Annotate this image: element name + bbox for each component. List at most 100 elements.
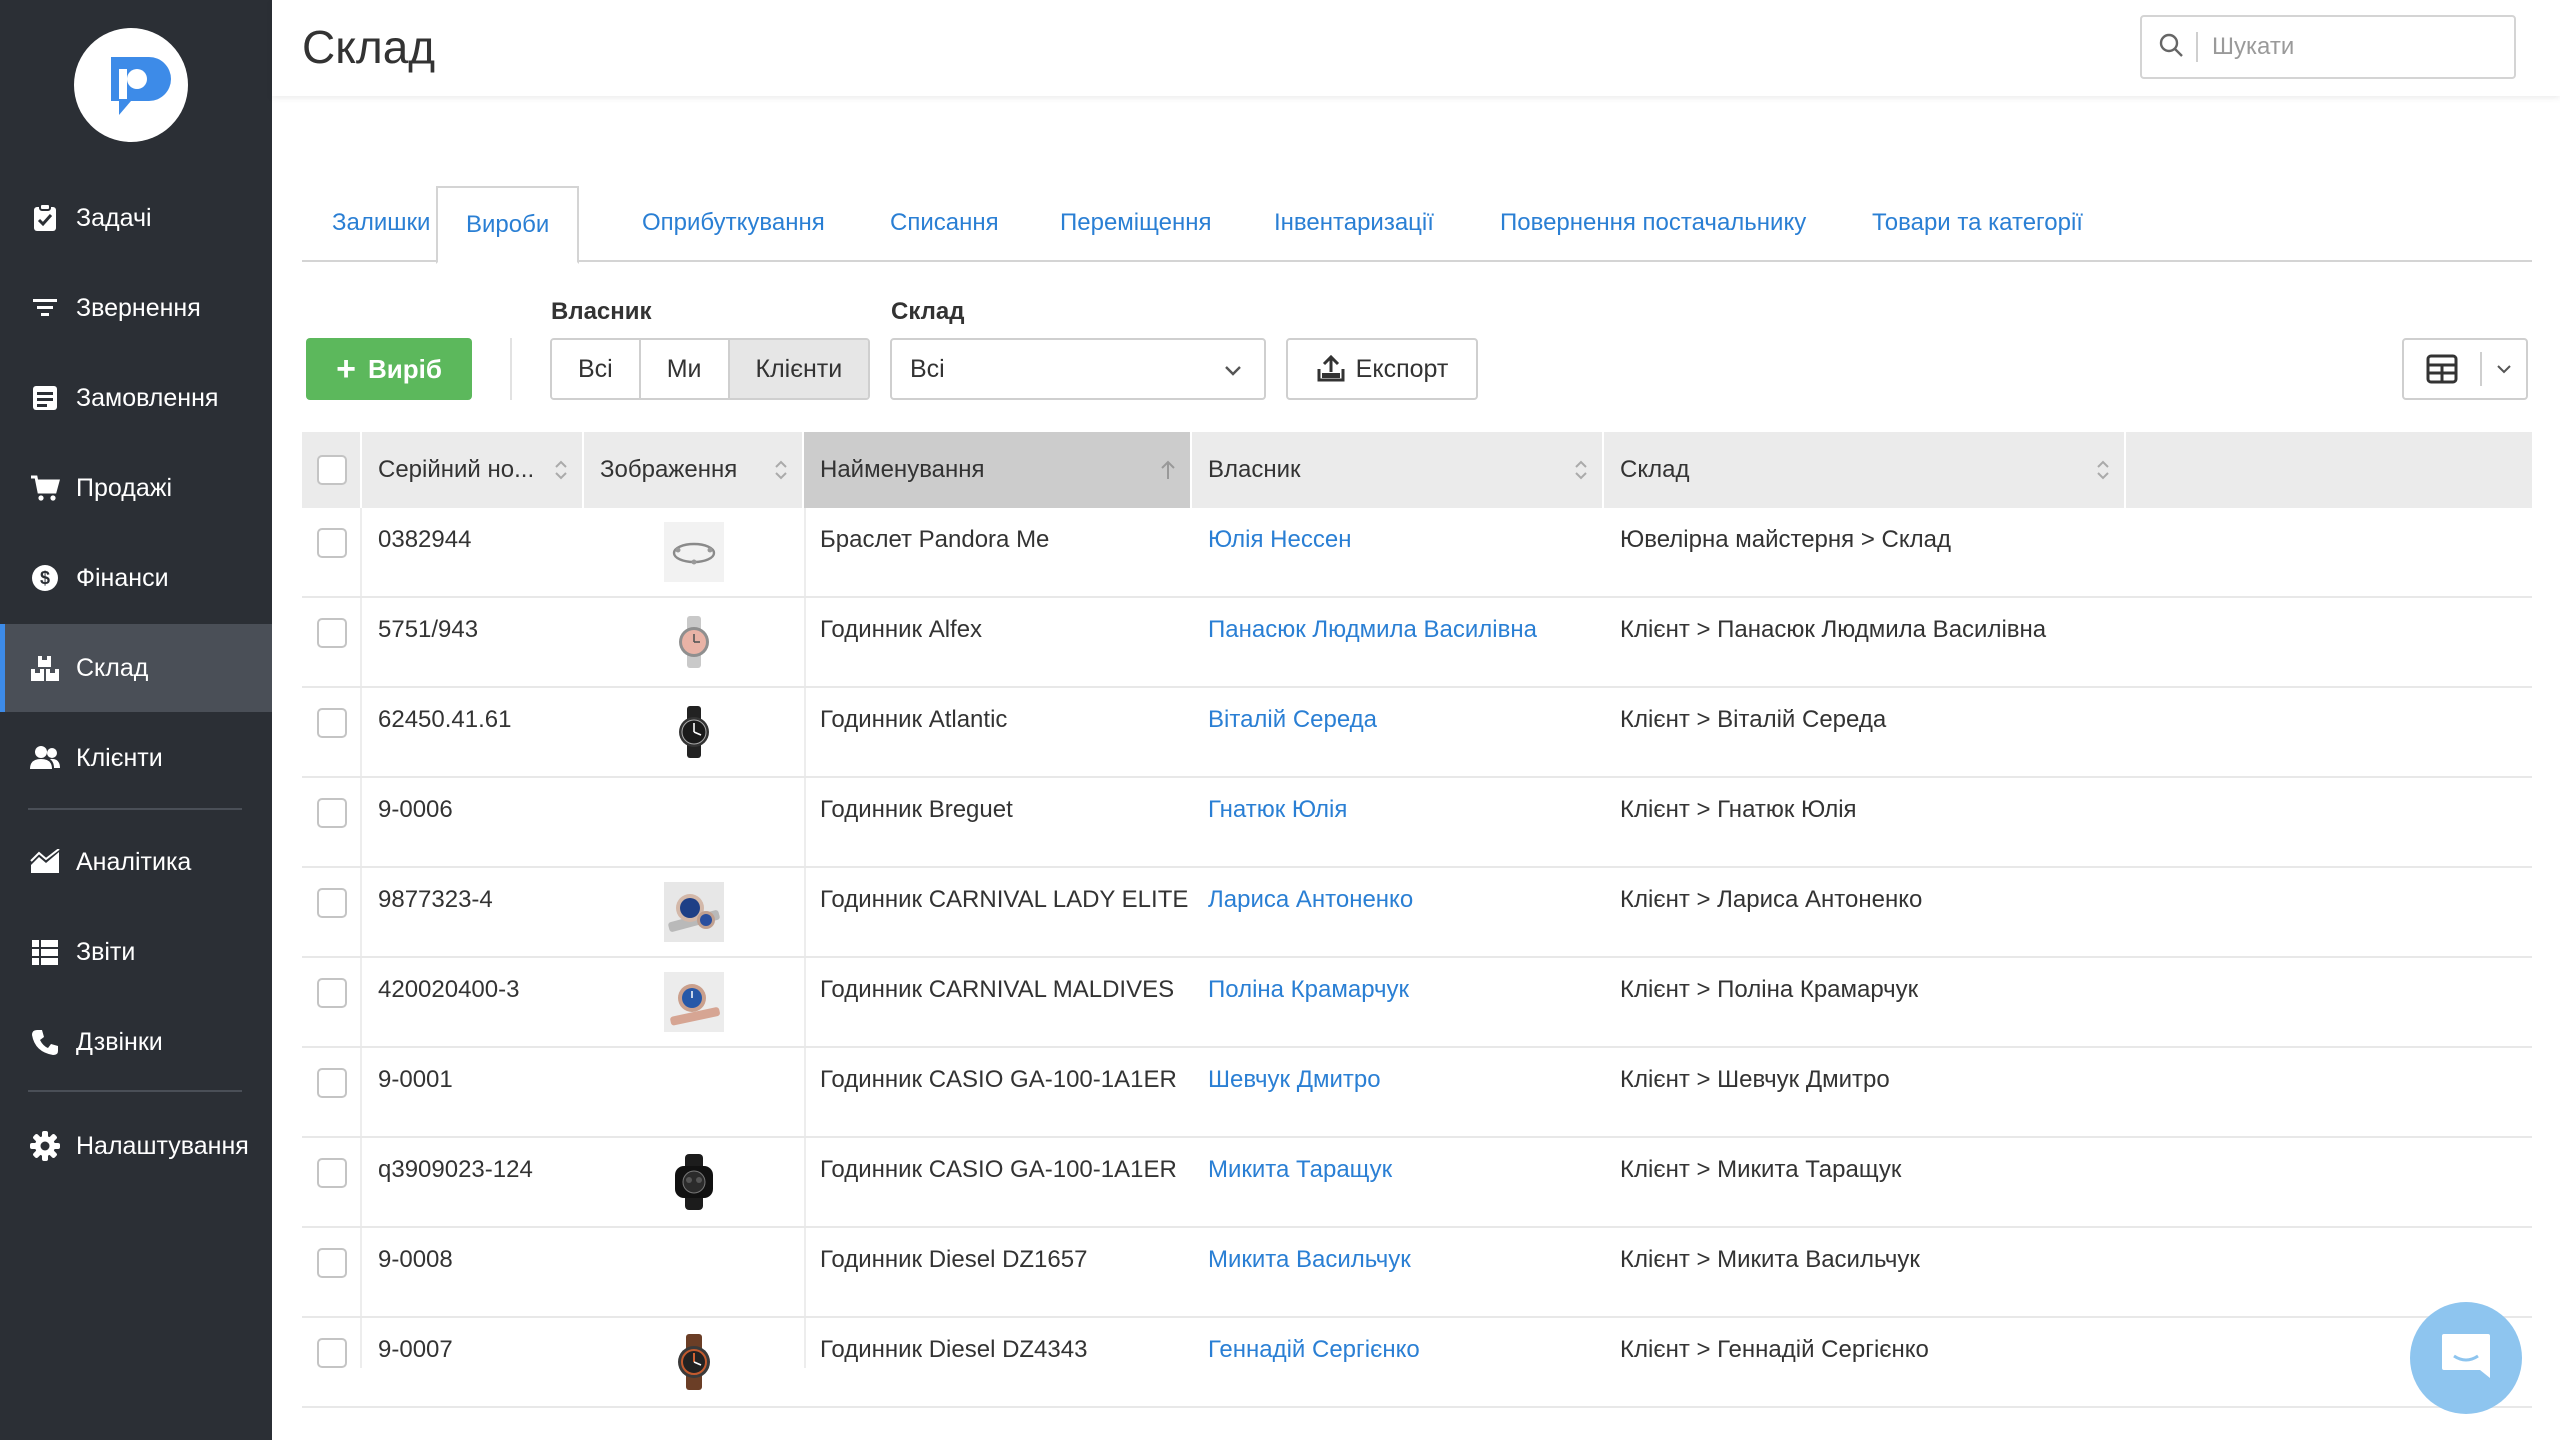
sidebar-item-clipboard-check[interactable]: Задачі [0, 174, 272, 262]
cell-warehouse: Клієнт > Шевчук Дмитро [1620, 1066, 1890, 1093]
column-header-5[interactable]: Склад [1604, 432, 2126, 508]
product-thumbnail[interactable] [664, 882, 724, 942]
add-item-button[interactable]: + Виріб [306, 338, 472, 400]
owner-link[interactable]: Микита Васильчук [1208, 1246, 1411, 1273]
sort-ascending-icon [1160, 432, 1176, 508]
owner-option-2[interactable]: Ми [640, 340, 730, 398]
row-checkbox[interactable] [317, 708, 347, 738]
row-checkbox[interactable] [317, 1248, 347, 1278]
tab-1[interactable]: Залишки [332, 186, 430, 262]
product-thumbnail[interactable] [664, 612, 724, 672]
table-row[interactable]: 9-0007 Годинник Diesel DZ4343 Геннадій Сер… [302, 1318, 2532, 1408]
tab-3[interactable]: Оприбуткування [642, 186, 825, 262]
column-header-label: Склад [1620, 456, 1690, 483]
cell-name: Годинник CASIO GA-100-1A1ER [820, 1066, 1177, 1093]
row-checkbox[interactable] [317, 528, 347, 558]
row-checkbox[interactable] [317, 1068, 347, 1098]
chat-widget-button[interactable] [2410, 1302, 2522, 1414]
search-input[interactable] [2212, 33, 2472, 61]
sidebar-item-report-list[interactable]: Звіти [0, 908, 272, 996]
table-row[interactable]: 9-0001 Годинник CASIO GA-100-1A1ER Шевчук … [302, 1048, 2532, 1138]
row-checkbox[interactable] [317, 798, 347, 828]
row-checkbox[interactable] [317, 1338, 347, 1368]
clipboard-check-icon [30, 203, 60, 233]
table-row[interactable]: 5751/943 Годинник Alfex Панасюк Людмила Ва… [302, 598, 2532, 688]
tab-8[interactable]: Товари та категорії [1872, 186, 2083, 262]
column-header-4[interactable]: Власник [1192, 432, 1604, 508]
sidebar-item-gear[interactable]: Налаштування [0, 1102, 272, 1190]
row-checkbox[interactable] [317, 1158, 347, 1188]
column-header-2[interactable]: Зображення [584, 432, 804, 508]
cell-name: Годинник CASIO GA-100-1A1ER [820, 1156, 1177, 1183]
row-checkbox[interactable] [317, 888, 347, 918]
tab-4[interactable]: Списання [890, 186, 999, 262]
cell-owner: Шевчук Дмитро [1208, 1048, 1381, 1138]
table-header: Серійний но... Зображення Найменування Влас… [302, 432, 2532, 508]
owner-link[interactable]: Віталій Середа [1208, 706, 1377, 733]
cell-serial: 420020400-3 [378, 976, 520, 1003]
row-checkbox[interactable] [317, 618, 347, 648]
cell-owner: Юлія Нессен [1208, 508, 1351, 598]
export-button[interactable]: Експорт [1286, 338, 1478, 400]
owner-link[interactable]: Микита Таращук [1208, 1156, 1392, 1183]
users-icon [30, 743, 60, 773]
cell-name: Годинник Alfex [820, 616, 983, 643]
search-box[interactable] [2140, 15, 2516, 79]
owner-link[interactable]: Поліна Крамарчук [1208, 976, 1409, 1003]
cell-warehouse: Ювелірна майстерня > Склад [1620, 526, 1951, 553]
sidebar-item-chart-area[interactable]: Аналітика [0, 818, 272, 906]
warehouse-select[interactable]: Всі [890, 338, 1266, 400]
sidebar-item-users[interactable]: Клієнти [0, 714, 272, 802]
tab-2[interactable]: Вироби [436, 186, 580, 264]
sidebar-item-filter[interactable]: Звернення [0, 264, 272, 352]
sidebar-item-order-list[interactable]: Замовлення [0, 354, 272, 442]
product-thumbnail[interactable] [664, 702, 724, 762]
column-header-3[interactable]: Найменування [804, 432, 1192, 508]
column-header-label: Серійний но... [378, 456, 535, 483]
table-row[interactable]: 9877323-4 Годинник CARNIVAL LADY ELITE Лар… [302, 868, 2532, 958]
sidebar-item-boxes[interactable]: Склад [0, 624, 272, 712]
sidebar-item-dollar-circle[interactable]: $ Фінанси [0, 534, 272, 622]
table-row[interactable]: q3909023-124 Годинник CASIO GA-100-1A1ER М… [302, 1138, 2532, 1228]
owner-link[interactable]: Геннадій Сергієнко [1208, 1336, 1420, 1363]
sidebar-item-label: Звернення [76, 293, 201, 322]
product-thumbnail[interactable] [664, 522, 724, 582]
app-logo[interactable] [74, 28, 188, 142]
product-thumbnail[interactable] [664, 1152, 724, 1212]
owner-link[interactable]: Гнатюк Юлія [1208, 796, 1347, 823]
sidebar-item-phone[interactable]: Дзвінки [0, 998, 272, 1086]
owner-filter: Всі Ми Клієнти [550, 338, 871, 400]
report-list-icon [30, 937, 60, 967]
sidebar-divider [28, 1090, 242, 1092]
table-row[interactable]: 62450.41.61 Годинник Atlantic Віталій Сере… [302, 688, 2532, 778]
cell-owner: Гнатюк Юлія [1208, 778, 1347, 868]
table-row[interactable]: 9-0006 Годинник Breguet Гнатюк Юлія Клієнт … [302, 778, 2532, 868]
row-checkbox[interactable] [317, 978, 347, 1008]
table-row[interactable]: 420020400-3 Годинник CARNIVAL MALDIVES Пол… [302, 958, 2532, 1048]
tab-5[interactable]: Переміщення [1060, 186, 1211, 262]
owner-link[interactable]: Лариса Антоненко [1208, 886, 1413, 913]
cell-serial: q3909023-124 [378, 1156, 533, 1183]
owner-option-3[interactable]: Клієнти [729, 340, 869, 398]
product-thumbnail[interactable] [664, 1332, 724, 1392]
sidebar-item-label: Звіти [76, 937, 136, 966]
owner-link[interactable]: Юлія Нессен [1208, 526, 1351, 553]
product-thumbnail[interactable] [664, 972, 724, 1032]
sidebar-item-cart[interactable]: Продажі [0, 444, 272, 532]
tab-7[interactable]: Повернення постачальнику [1500, 186, 1806, 262]
order-list-icon [30, 383, 60, 413]
sidebar-item-label: Налаштування [76, 1131, 249, 1160]
cell-name: Годинник CARNIVAL MALDIVES [820, 976, 1175, 1003]
column-settings-button[interactable] [2402, 338, 2528, 400]
owner-filter-label: Власник [551, 298, 652, 325]
select-all-checkbox[interactable] [317, 455, 347, 485]
owner-link[interactable]: Панасюк Людмила Василівна [1208, 616, 1537, 643]
table-row[interactable]: 0382944 Браслет Pandora Me Юлія Нессен Ювел… [302, 508, 2532, 598]
tab-6[interactable]: Інвентаризації [1274, 186, 1434, 262]
cell-name: Браслет Pandora Me [820, 526, 1050, 553]
table-row[interactable]: 9-0008 Годинник Diesel DZ1657 Микита Васил… [302, 1228, 2532, 1318]
owner-option-1[interactable]: Всі [552, 340, 641, 398]
column-header-1[interactable]: Серійний но... [362, 432, 584, 508]
cell-serial: 5751/943 [378, 616, 479, 643]
owner-link[interactable]: Шевчук Дмитро [1208, 1066, 1381, 1093]
